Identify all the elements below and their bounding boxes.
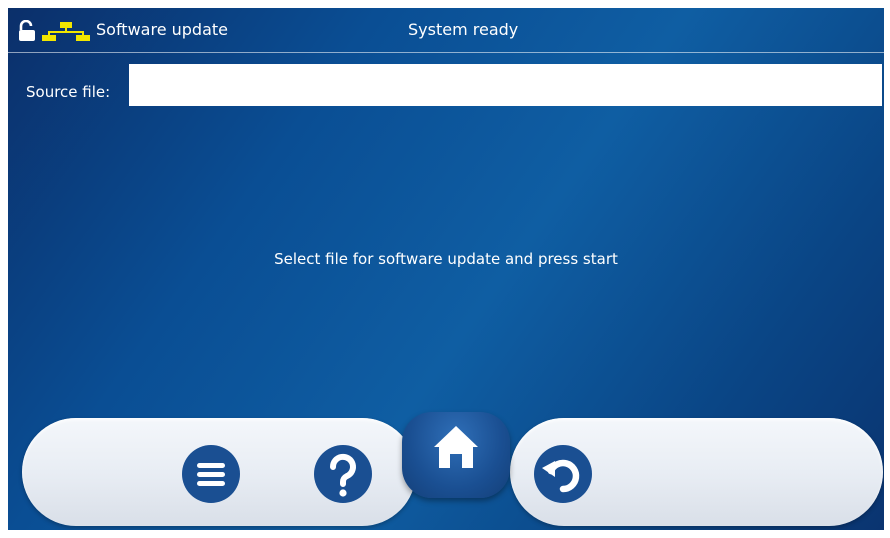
help-icon [313,445,373,508]
instruction-message: Select file for software update and pres… [274,250,618,268]
menu-icon [181,445,241,508]
page-title: Software update [96,20,228,39]
home-icon [428,426,484,480]
screen: Software update System ready Source file… [8,8,884,530]
home-button[interactable] [428,420,484,476]
menu-button[interactable] [181,444,241,504]
source-file-label: Source file: [26,83,111,101]
status-text: System ready [408,20,519,39]
back-button[interactable] [533,444,593,504]
bottom-dock [8,412,884,530]
undo-icon [533,445,593,508]
header-bar: Software update System ready [8,8,884,53]
network-icon [42,22,92,42]
source-file-input[interactable] [129,64,882,106]
help-button[interactable] [313,444,373,504]
lock-open-icon [18,19,36,42]
